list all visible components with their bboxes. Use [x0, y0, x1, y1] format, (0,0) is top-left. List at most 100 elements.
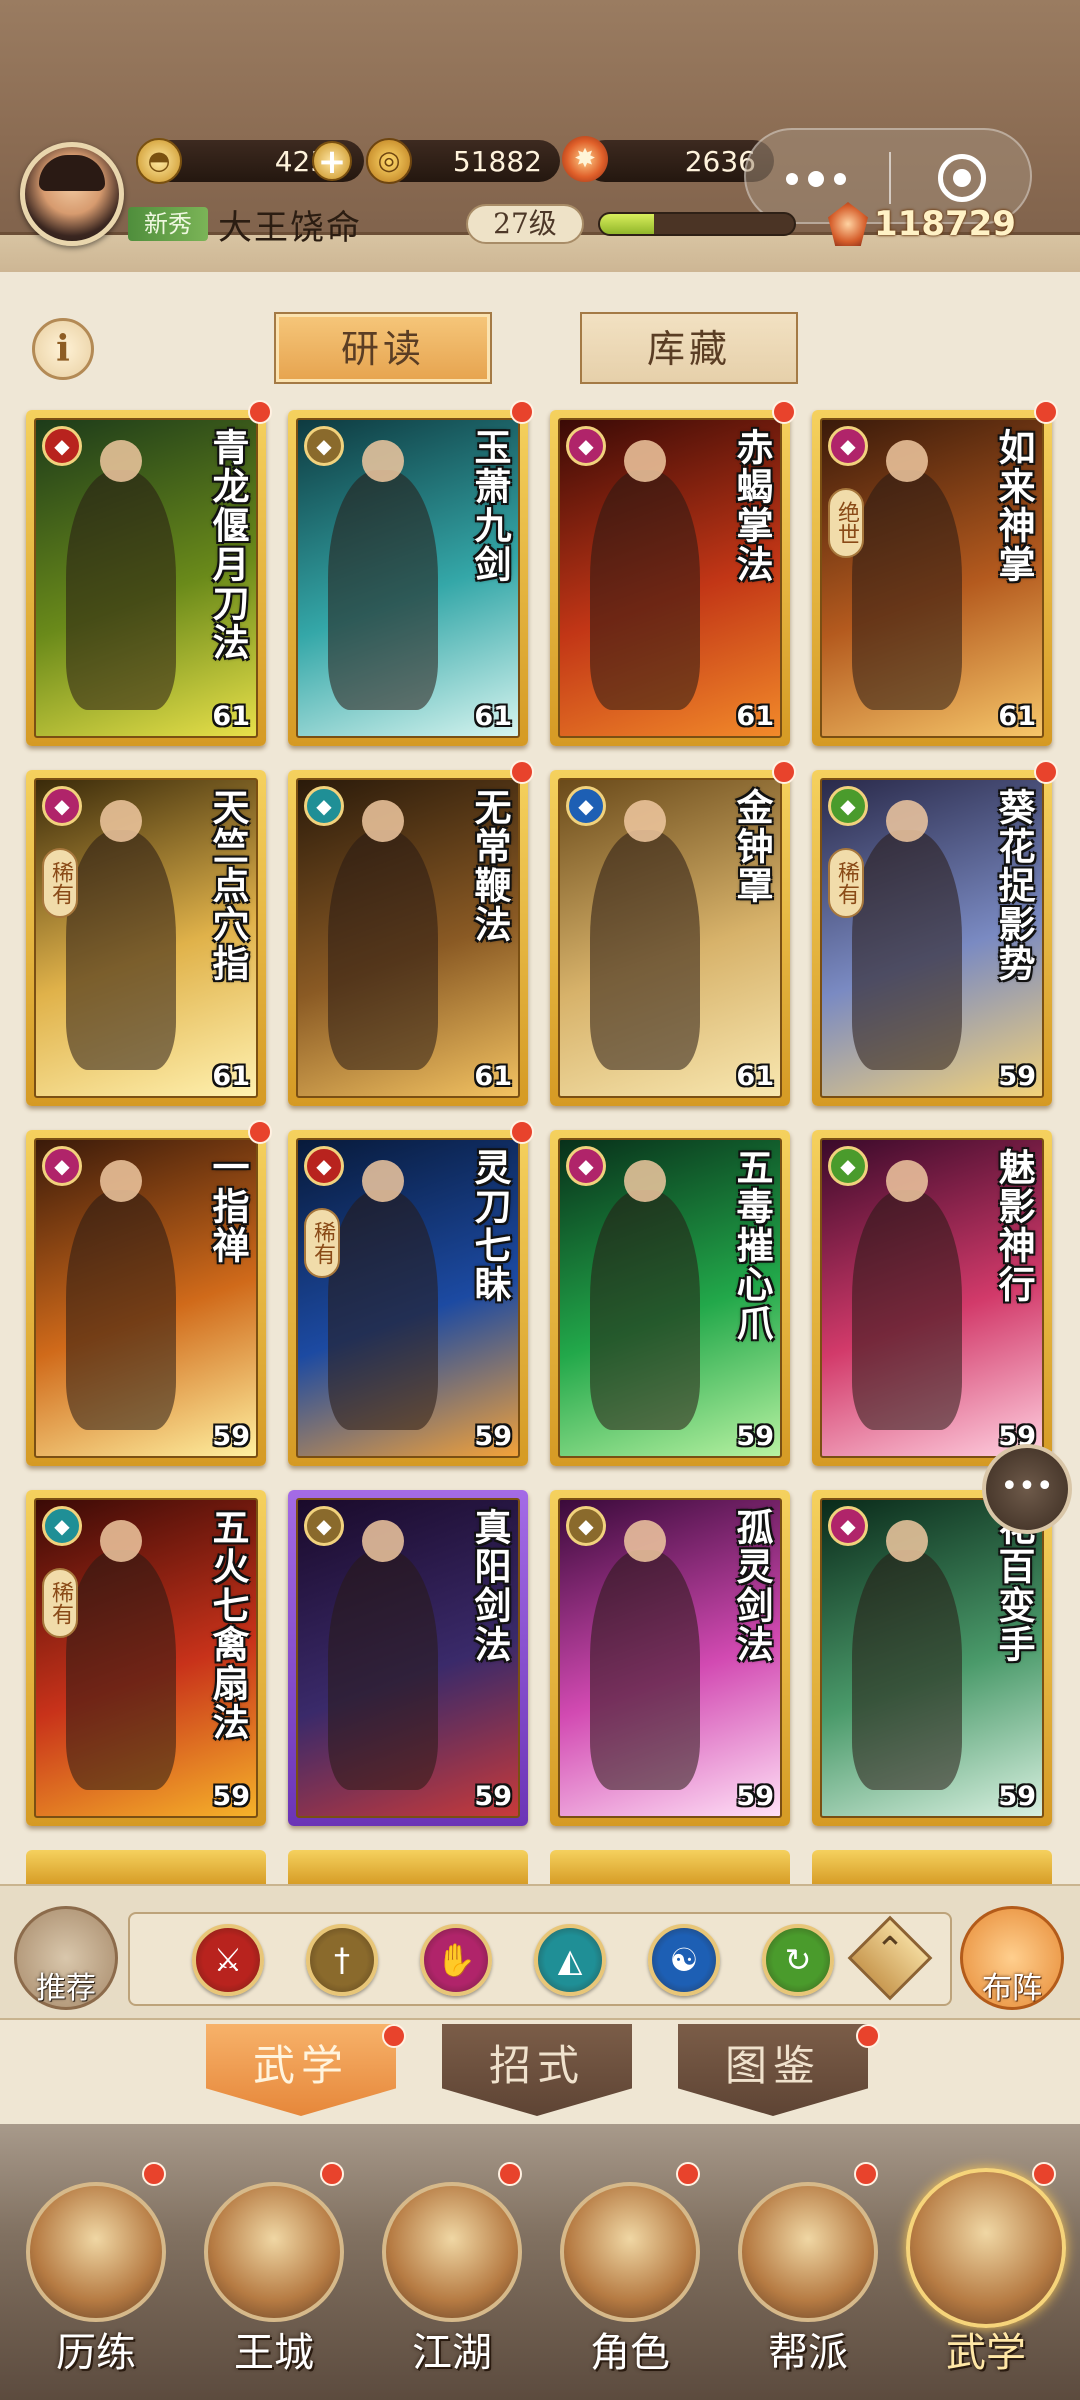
skill-card[interactable]: ◆ 稀有 五火七禽扇法 59	[26, 1490, 266, 1826]
character-figure	[66, 440, 176, 710]
card-title: 孤灵剑法	[730, 1508, 774, 1664]
skill-card[interactable]: ◆ 稀有 灵刀七眛 59	[288, 1130, 528, 1466]
rarity-badge: 稀有	[42, 848, 78, 918]
tab-storage[interactable]: 库藏	[580, 312, 798, 384]
notification-dot	[1034, 760, 1058, 784]
card-level: 59	[212, 1781, 250, 1812]
card-artwork: ◆ 青龙偃月刀法 61	[34, 418, 258, 738]
skill-card[interactable]: ◆ 稀有 天竺点穴指 61	[26, 770, 266, 1106]
skill-card[interactable]: ◆ 魅影神行 59	[812, 1130, 1052, 1466]
card-title: 五火七禽扇法	[206, 1508, 250, 1742]
skill-card[interactable]: ◆ 稀有 葵花捉影势 59	[812, 770, 1052, 1106]
skill-card[interactable]: ◆ 一指禅 59	[26, 1130, 266, 1466]
taichi-icon: ◆	[566, 786, 606, 826]
card-level: 59	[212, 1421, 250, 1452]
character-figure	[328, 1160, 438, 1430]
subtab-codex[interactable]: 图鉴	[678, 2024, 868, 2116]
skill-card[interactable]: ◆ 无常鞭法 61	[288, 770, 528, 1106]
nav-jianghu[interactable]: 江湖	[378, 2162, 526, 2392]
skill-card[interactable]: ◆ 绝世 如来神掌 61	[812, 410, 1052, 746]
card-artwork: ◆ 一指禅 59	[34, 1138, 258, 1458]
nav-guild[interactable]: 帮派	[734, 2162, 882, 2392]
hook-icon: ◆	[828, 786, 868, 826]
notification-dot	[856, 2024, 880, 2048]
nav-martial-arts[interactable]: 武学	[906, 2162, 1066, 2392]
fan-icon: ◆	[42, 1506, 82, 1546]
blade-icon: ◆	[42, 426, 82, 466]
exp-progress-bar	[598, 212, 796, 236]
skill-card[interactable]: ◆ 青龙偃月刀法 61	[26, 410, 266, 746]
close-target-icon[interactable]	[938, 154, 986, 202]
subtab-moves[interactable]: 招式	[442, 2024, 632, 2116]
nav-martial-arts-icon	[906, 2168, 1066, 2328]
partial-card	[26, 1850, 266, 1886]
coin-icon: ◎	[366, 138, 412, 184]
player-name: 大王饶命	[218, 208, 362, 248]
filter-taichi-icon[interactable]: ☯	[648, 1924, 720, 1996]
character-figure	[328, 1520, 438, 1790]
filter-sword-icon[interactable]: †	[306, 1924, 378, 1996]
filter-palm-icon[interactable]: ✋	[420, 1924, 492, 1996]
notification-dot	[248, 400, 272, 424]
notification-dot	[510, 1120, 534, 1144]
player-rank-tag: 新秀	[128, 207, 208, 241]
nav-label: 角色	[590, 2330, 670, 2376]
nav-royal-city-icon	[204, 2182, 344, 2322]
tab-study[interactable]: 研读	[274, 312, 492, 384]
nav-label: 江湖	[412, 2330, 492, 2376]
flame-icon: ✸	[562, 136, 608, 182]
skill-card[interactable]: ◆ 孤灵剑法 59	[550, 1490, 790, 1826]
character-figure	[590, 440, 700, 710]
character-figure	[66, 1160, 176, 1430]
palm-icon: ◆	[566, 426, 606, 466]
blade-icon: ◆	[304, 1146, 344, 1186]
partial-card	[812, 1850, 1052, 1886]
palm-icon: ◆	[828, 1506, 868, 1546]
card-artwork: ◆ 稀有 五火七禽扇法 59	[34, 1498, 258, 1818]
nav-royal-city[interactable]: 王城	[200, 2162, 348, 2392]
character-figure	[328, 440, 438, 710]
skill-card[interactable]: ◆ 玉萧九剑 61	[288, 410, 528, 746]
add-gold-button[interactable]: +	[312, 141, 352, 181]
skill-card[interactable]: ◆ 金钟罩 61	[550, 770, 790, 1106]
nav-training[interactable]: 历练	[22, 2162, 170, 2392]
card-artwork: ◆ 稀有 葵花捉影势 59	[820, 778, 1044, 1098]
skill-card[interactable]: ◆ 赤蝎掌法 61	[550, 410, 790, 746]
filter-fan-icon[interactable]: ◭	[534, 1924, 606, 1996]
rarity-badge: 稀有	[828, 848, 864, 918]
character-figure	[852, 1160, 962, 1430]
rarity-badge: 稀有	[42, 1568, 78, 1638]
card-title: 天竺点穴指	[206, 788, 250, 983]
nav-label: 王城	[234, 2330, 314, 2376]
subtab-martial-arts[interactable]: 武学	[206, 2024, 396, 2116]
sword-icon: ◆	[304, 426, 344, 466]
chat-bubble-icon[interactable]: •••	[982, 1444, 1072, 1534]
skill-card[interactable]: ◆ 五毒摧心爪 59	[550, 1130, 790, 1466]
info-button[interactable]: i	[32, 318, 94, 380]
card-artwork: ◆ 稀有 天竺点穴指 61	[34, 778, 258, 1098]
notification-dot	[320, 2162, 344, 2186]
player-avatar[interactable]	[20, 142, 124, 246]
card-level: 61	[736, 701, 774, 732]
palm-icon: ◆	[828, 426, 868, 466]
player-level: 27级	[466, 204, 584, 244]
filter-hook-icon[interactable]: ↻	[762, 1924, 834, 1996]
notification-dot	[498, 2162, 522, 2186]
card-artwork: ◆ 真阳剑法 59	[296, 1498, 520, 1818]
card-title: 魅影神行	[992, 1148, 1036, 1304]
recommend-button[interactable]: 推荐	[14, 1906, 118, 2010]
skill-card[interactable]: ◆ 花百变手 59	[812, 1490, 1052, 1826]
sword-icon: ◆	[304, 1506, 344, 1546]
notification-dot	[676, 2162, 700, 2186]
card-title: 无常鞭法	[468, 788, 512, 944]
filter-blade-icon[interactable]: ⚔	[192, 1924, 264, 1996]
card-level: 59	[998, 1061, 1036, 1092]
sword-icon: ◆	[566, 1506, 606, 1546]
more-options-icon[interactable]	[786, 164, 856, 194]
card-artwork: ◆ 五毒摧心爪 59	[558, 1138, 782, 1458]
fan-icon: ◆	[304, 786, 344, 826]
character-figure	[852, 1520, 962, 1790]
skill-card[interactable]: ◆ 真阳剑法 59	[288, 1490, 528, 1826]
deploy-button[interactable]: 布阵	[960, 1906, 1064, 2010]
nav-character[interactable]: 角色	[556, 2162, 704, 2392]
